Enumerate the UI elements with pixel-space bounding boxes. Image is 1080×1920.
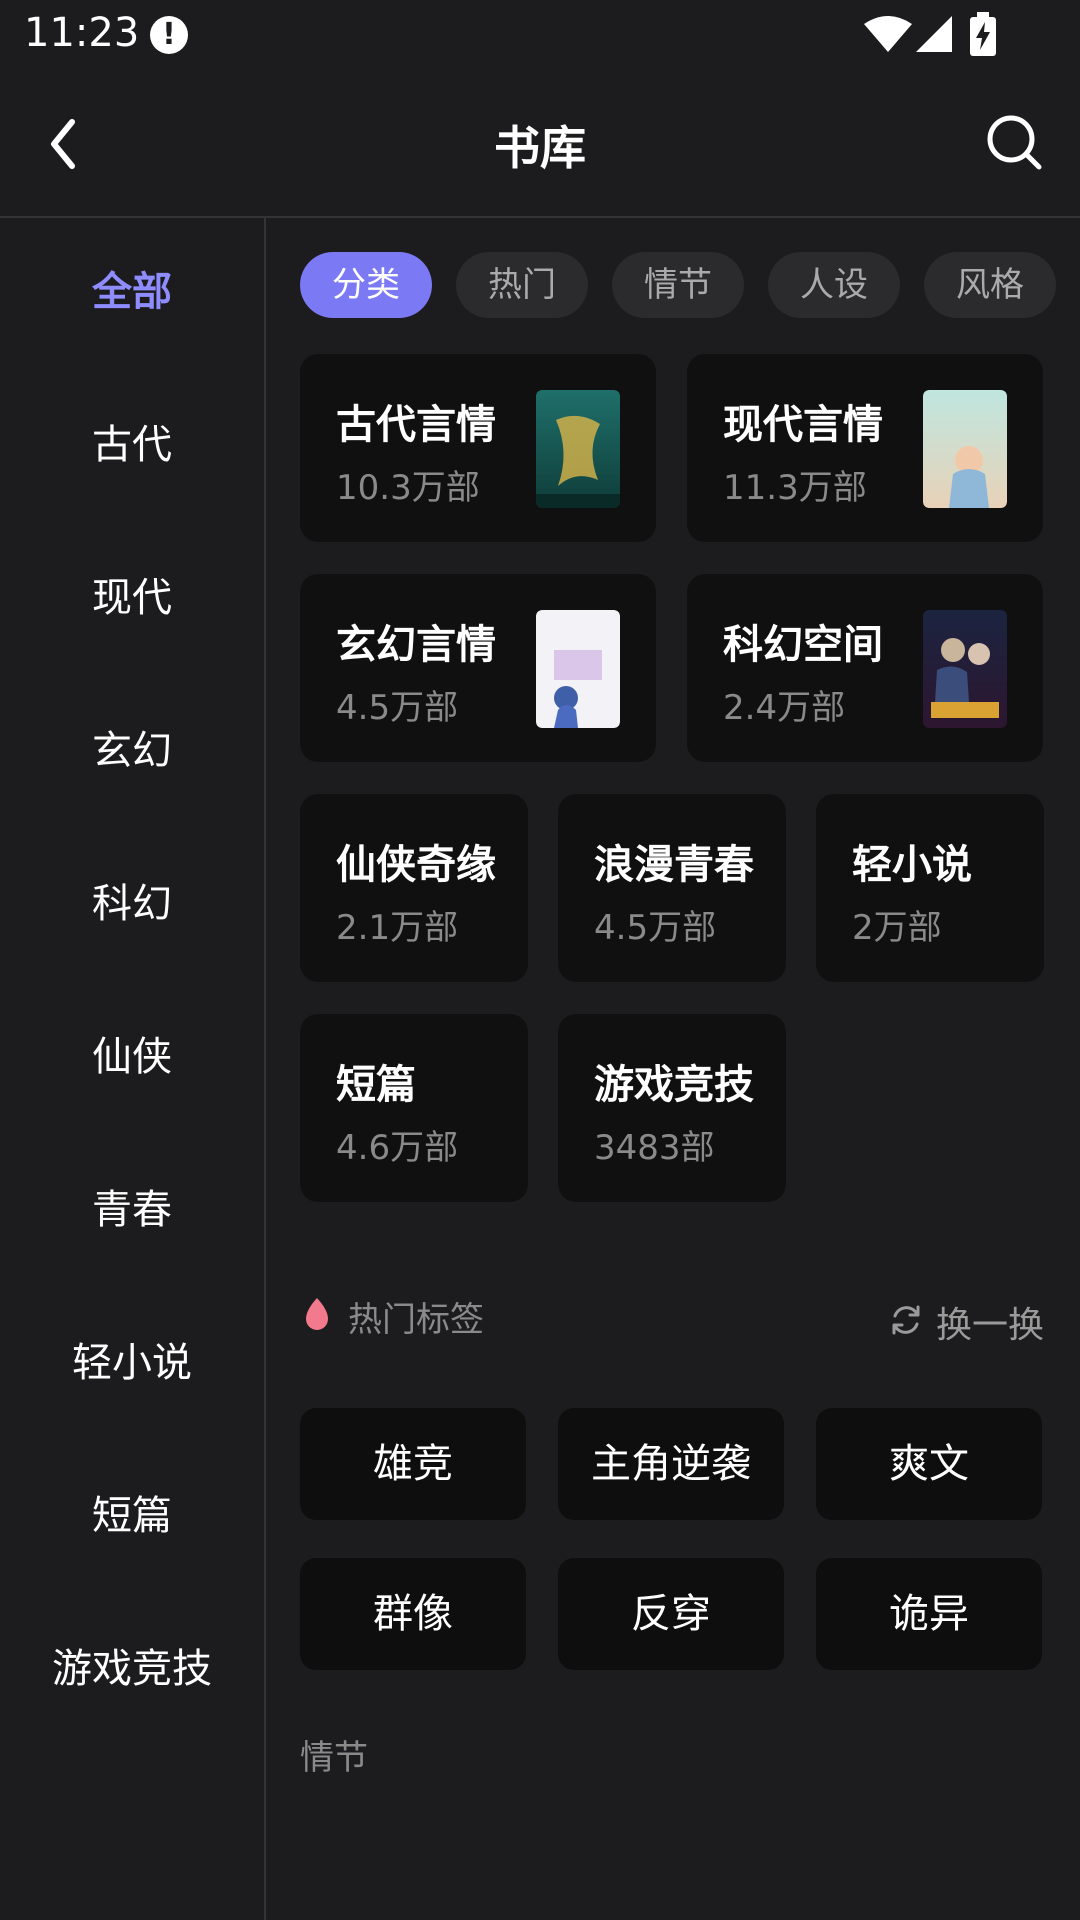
status-time: 11:23: [24, 10, 140, 56]
hot-tags-title: 热门标签: [348, 1300, 484, 1340]
category-title: 玄幻言情: [336, 622, 496, 668]
category-card-gaming[interactable]: 游戏竞技 3483部: [558, 1014, 786, 1202]
category-card-modern-romance[interactable]: 现代言情 11.3万部: [687, 354, 1043, 542]
category-count: 3483部: [594, 1128, 715, 1168]
category-title: 轻小说: [852, 842, 972, 888]
category-count: 4.5万部: [594, 908, 717, 948]
alert-icon: !: [150, 16, 188, 54]
category-title: 游戏竞技: [594, 1062, 754, 1108]
category-title: 仙侠奇缘: [336, 842, 496, 888]
search-icon[interactable]: [984, 112, 1044, 172]
hot-tag[interactable]: 反穿: [558, 1558, 784, 1670]
sidebar-item-fantasy[interactable]: 玄幻: [0, 711, 264, 791]
sidebar-item-modern[interactable]: 现代: [0, 558, 264, 638]
battery-charging-icon: [970, 12, 996, 56]
tab-hot[interactable]: 热门: [456, 252, 588, 318]
plot-section-title: 情节: [300, 1738, 368, 1778]
hot-tag[interactable]: 雄竞: [300, 1408, 526, 1520]
signal-icon: [916, 16, 952, 52]
category-card-xianxia[interactable]: 仙侠奇缘 2.1万部: [300, 794, 528, 982]
wifi-icon: [864, 16, 912, 52]
sidebar-item-short[interactable]: 短篇: [0, 1476, 264, 1556]
category-count: 2万部: [852, 908, 942, 948]
category-card-scifi-space[interactable]: 科幻空间 2.4万部: [687, 574, 1043, 762]
category-count: 2.4万部: [723, 688, 846, 728]
tab-category[interactable]: 分类: [300, 252, 432, 318]
category-count: 4.6万部: [336, 1128, 459, 1168]
sidebar-item-ancient[interactable]: 古代: [0, 405, 264, 485]
tab-character[interactable]: 人设: [768, 252, 900, 318]
sidebar-item-gaming[interactable]: 游戏竞技: [0, 1629, 264, 1709]
category-count: 11.3万部: [723, 468, 867, 508]
category-count: 4.5万部: [336, 688, 459, 728]
sidebar-item-scifi[interactable]: 科幻: [0, 864, 264, 944]
category-title: 短篇: [336, 1062, 416, 1108]
sidebar-item-youth[interactable]: 青春: [0, 1170, 264, 1250]
page-title: 书库: [494, 121, 586, 175]
status-bar: 11:23 !: [0, 0, 1080, 72]
hot-tag[interactable]: 群像: [300, 1558, 526, 1670]
hot-tag[interactable]: 诡异: [816, 1558, 1042, 1670]
category-card-youth[interactable]: 浪漫青春 4.5万部: [558, 794, 786, 982]
book-cover-image: [923, 610, 1007, 728]
book-cover-image: [923, 390, 1007, 508]
tab-plot[interactable]: 情节: [612, 252, 744, 318]
sidebar-item-xianxia[interactable]: 仙侠: [0, 1017, 264, 1097]
book-cover-image: [536, 390, 620, 508]
category-sidebar: 全部 古代 现代 玄幻 科幻 仙侠 青春 轻小说 短篇 游戏竞技: [0, 218, 266, 1920]
flame-icon: [306, 1298, 328, 1330]
sidebar-item-all[interactable]: 全部: [0, 252, 264, 332]
category-card-light-novel[interactable]: 轻小说 2万部: [816, 794, 1044, 982]
category-title: 现代言情: [723, 402, 883, 448]
category-card-ancient-romance[interactable]: 古代言情 10.3万部: [300, 354, 656, 542]
book-cover-image: [536, 610, 620, 728]
category-title: 浪漫青春: [594, 842, 754, 888]
category-title: 科幻空间: [723, 622, 883, 668]
sidebar-item-light-novel[interactable]: 轻小说: [0, 1323, 264, 1403]
app-header: 书库: [0, 72, 1080, 218]
category-count: 2.1万部: [336, 908, 459, 948]
hot-tag[interactable]: 主角逆袭: [558, 1408, 784, 1520]
refresh-icon[interactable]: [888, 1302, 924, 1338]
refresh-button[interactable]: 换一换: [936, 1296, 1044, 1348]
category-card-fantasy-romance[interactable]: 玄幻言情 4.5万部: [300, 574, 656, 762]
category-card-short[interactable]: 短篇 4.6万部: [300, 1014, 528, 1202]
hot-tag[interactable]: 爽文: [816, 1408, 1042, 1520]
category-title: 古代言情: [336, 402, 496, 448]
tab-style[interactable]: 风格: [924, 252, 1056, 318]
category-count: 10.3万部: [336, 468, 480, 508]
